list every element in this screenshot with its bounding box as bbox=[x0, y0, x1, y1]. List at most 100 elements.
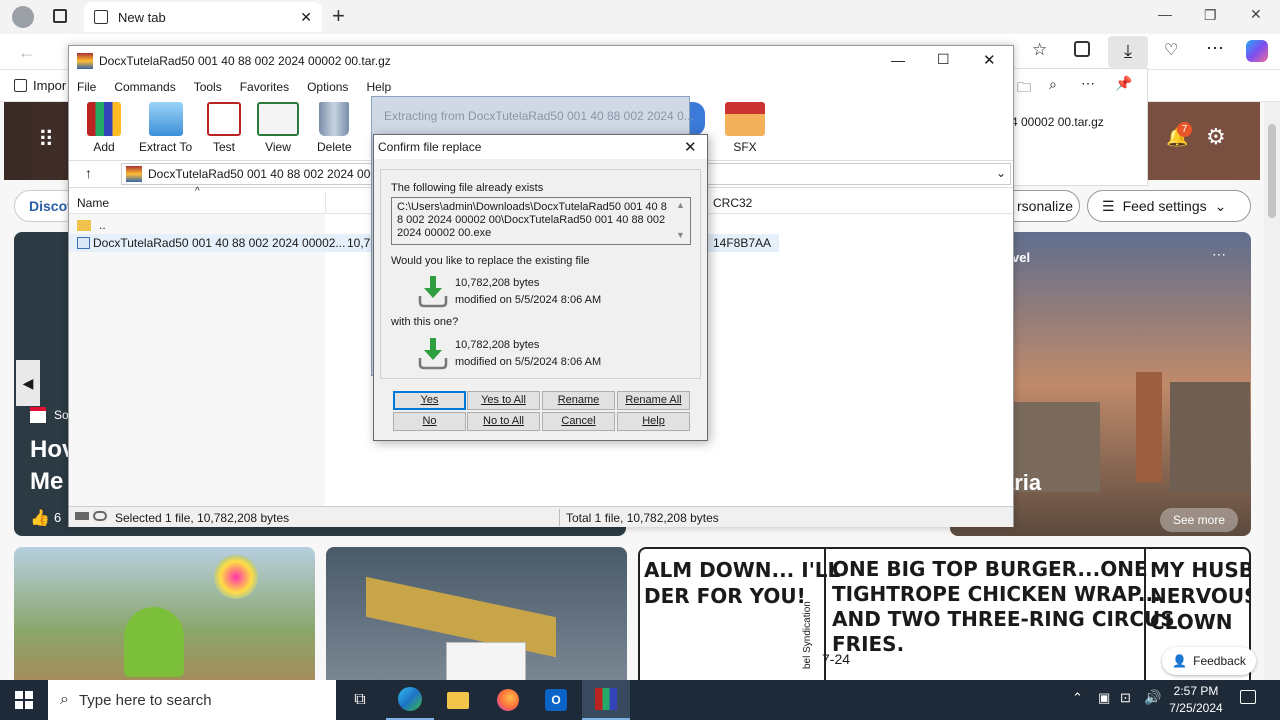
help-button[interactable]: Help bbox=[617, 412, 690, 431]
profile-avatar[interactable] bbox=[12, 6, 34, 28]
start-button[interactable] bbox=[0, 680, 48, 720]
existing-file-icon bbox=[417, 274, 449, 308]
open-folder-icon[interactable]: 🗀 bbox=[1017, 77, 1031, 101]
winrar-titlebar[interactable]: DocxTutelaRad50 001 40 88 002 2024 00002… bbox=[69, 46, 1013, 76]
winrar-taskbar-icon[interactable] bbox=[582, 680, 630, 720]
like-count: 6 bbox=[54, 510, 62, 525]
volume-icon[interactable]: 🔊 bbox=[1144, 689, 1161, 706]
news-card-android[interactable] bbox=[14, 547, 315, 687]
yes-button[interactable]: Yes bbox=[393, 391, 466, 410]
card-headline-line2: Me bbox=[30, 468, 64, 495]
cancel-button[interactable]: Cancel bbox=[542, 412, 615, 431]
network-icon[interactable]: ▣ bbox=[1098, 690, 1110, 706]
menu-options[interactable]: Options bbox=[307, 80, 348, 94]
card-more-icon[interactable]: ⋯ bbox=[1212, 246, 1226, 263]
outlook-icon[interactable]: O bbox=[532, 680, 580, 720]
news-card-mailbox[interactable] bbox=[326, 547, 627, 687]
exists-label: The following file already exists bbox=[391, 182, 544, 194]
windows-logo-icon bbox=[15, 691, 33, 709]
like-icon[interactable]: 👍 bbox=[30, 508, 50, 528]
taskbar-search[interactable]: ⌕ Type here to search bbox=[48, 680, 336, 720]
page-scrollbar[interactable] bbox=[1264, 102, 1280, 680]
copilot-icon[interactable] bbox=[1246, 40, 1268, 62]
action-center-icon[interactable] bbox=[1240, 690, 1256, 704]
sfx-button[interactable]: SFX bbox=[725, 102, 765, 154]
col-crc-header[interactable]: CRC32 bbox=[713, 196, 752, 210]
clock-date: 7/25/2024 bbox=[1169, 701, 1223, 715]
edge-taskbar-icon[interactable] bbox=[386, 680, 434, 720]
view-book-icon bbox=[257, 102, 299, 136]
path-scroll-up-icon[interactable]: ▲ bbox=[676, 200, 685, 210]
menu-help[interactable]: Help bbox=[366, 80, 391, 94]
view-button[interactable]: View bbox=[257, 102, 299, 154]
test-clipboard-icon bbox=[207, 102, 241, 136]
pin-icon[interactable]: 📌 bbox=[1115, 75, 1132, 92]
card-source: So bbox=[54, 408, 69, 422]
existing-size: 10,782,208 bytes bbox=[455, 277, 540, 289]
import-favorites-item[interactable]: Impor bbox=[14, 78, 66, 93]
rename-all-button[interactable]: Rename All bbox=[617, 391, 690, 410]
delete-button[interactable]: Delete bbox=[317, 102, 352, 154]
downloads-button[interactable]: ⤓ bbox=[1108, 36, 1148, 68]
menu-favorites[interactable]: Favorites bbox=[240, 80, 289, 94]
collections-icon[interactable] bbox=[1074, 41, 1090, 57]
path-dropdown-icon[interactable]: ⌄ bbox=[996, 166, 1006, 180]
see-more-button[interactable]: See more bbox=[1160, 508, 1238, 532]
up-folder-icon[interactable]: ↑ bbox=[85, 165, 92, 181]
path-scroll-down-icon[interactable]: ▼ bbox=[676, 230, 685, 240]
tab-actions-icon[interactable] bbox=[53, 9, 67, 23]
back-icon[interactable]: ← bbox=[18, 42, 36, 63]
extract-to-button[interactable]: Extract To bbox=[139, 102, 192, 154]
dialog-titlebar[interactable]: Confirm file replace ✕ bbox=[374, 135, 707, 159]
show-hidden-icons[interactable]: ⌃ bbox=[1072, 690, 1083, 706]
carousel-prev-button[interactable]: ◀ bbox=[16, 360, 40, 406]
clock[interactable]: 2:57 PM 7/25/2024 bbox=[1164, 684, 1228, 715]
with-label: with this one? bbox=[391, 316, 459, 328]
winrar-maximize-icon[interactable]: ☐ bbox=[937, 51, 950, 68]
search-downloads-icon[interactable]: ⌕ bbox=[1049, 76, 1057, 93]
news-card-comic[interactable]: ALM DOWN... I'LL DER FOR YOU! bel Syndic… bbox=[638, 547, 1251, 687]
card-tag: vel bbox=[1012, 250, 1031, 265]
task-view-button[interactable]: ⧉ bbox=[336, 680, 384, 720]
existing-path-box[interactable]: C:\Users\admin\Downloads\DocxTutelaRad50… bbox=[391, 197, 691, 245]
winrar-statusbar: Selected 1 file, 10,782,208 bytes Total … bbox=[69, 506, 1013, 527]
feed-settings-button[interactable]: ☰ Feed settings ⌄ bbox=[1087, 190, 1251, 222]
new-tab-button[interactable]: + bbox=[332, 3, 345, 29]
downloads-more-icon[interactable]: ⋯ bbox=[1081, 75, 1095, 92]
winrar-menubar: File Commands Tools Favorites Options He… bbox=[69, 76, 1013, 98]
menu-commands[interactable]: Commands bbox=[114, 80, 175, 94]
sort-indicator-icon: ^ bbox=[195, 186, 200, 197]
test-button[interactable]: Test bbox=[207, 102, 241, 154]
yes-to-all-button[interactable]: Yes to All bbox=[467, 391, 540, 410]
dialog-close-icon[interactable]: ✕ bbox=[684, 138, 697, 156]
browser-essentials-icon[interactable]: ♡ bbox=[1164, 40, 1178, 60]
download-item-name[interactable]: 4 00002 00.tar.gz bbox=[1011, 115, 1104, 129]
file-row-parent[interactable]: .. bbox=[69, 216, 325, 234]
favorites-icon[interactable]: ☆ bbox=[1032, 40, 1047, 60]
file-explorer-icon[interactable] bbox=[434, 680, 482, 720]
menu-file[interactable]: File bbox=[77, 80, 96, 94]
close-tab-icon[interactable]: ✕ bbox=[300, 9, 312, 26]
tab-new-tab[interactable]: New tab ✕ bbox=[84, 2, 322, 32]
col-name-header[interactable]: Name bbox=[77, 196, 109, 210]
firefox-icon[interactable] bbox=[484, 680, 532, 720]
settings-gear-icon[interactable]: ⚙ bbox=[1206, 124, 1226, 150]
wifi-icon[interactable]: ⊡ bbox=[1120, 690, 1131, 706]
rename-button[interactable]: Rename bbox=[542, 391, 615, 410]
menu-tools[interactable]: Tools bbox=[194, 80, 222, 94]
sfx-box-icon bbox=[725, 102, 765, 136]
winrar-close-icon[interactable]: ✕ bbox=[983, 51, 996, 69]
feedback-button[interactable]: 👤 Feedback bbox=[1162, 647, 1256, 675]
app-launcher-icon[interactable]: ⠿ bbox=[38, 127, 54, 153]
close-window-icon[interactable]: ✕ bbox=[1250, 6, 1262, 23]
more-menu-icon[interactable]: ⋯ bbox=[1206, 38, 1224, 59]
status-total: Total 1 file, 10,782,208 bytes bbox=[566, 511, 719, 525]
restore-icon[interactable]: ❐ bbox=[1204, 7, 1217, 24]
add-button[interactable]: Add bbox=[87, 102, 121, 154]
no-button[interactable]: No bbox=[393, 412, 466, 431]
minimize-icon[interactable]: — bbox=[1158, 6, 1172, 22]
dialog-body: The following file already exists C:\Use… bbox=[380, 169, 701, 379]
winrar-minimize-icon[interactable]: — bbox=[891, 52, 905, 68]
scrollbar-thumb[interactable] bbox=[1268, 124, 1276, 218]
no-to-all-button[interactable]: No to All bbox=[467, 412, 540, 431]
